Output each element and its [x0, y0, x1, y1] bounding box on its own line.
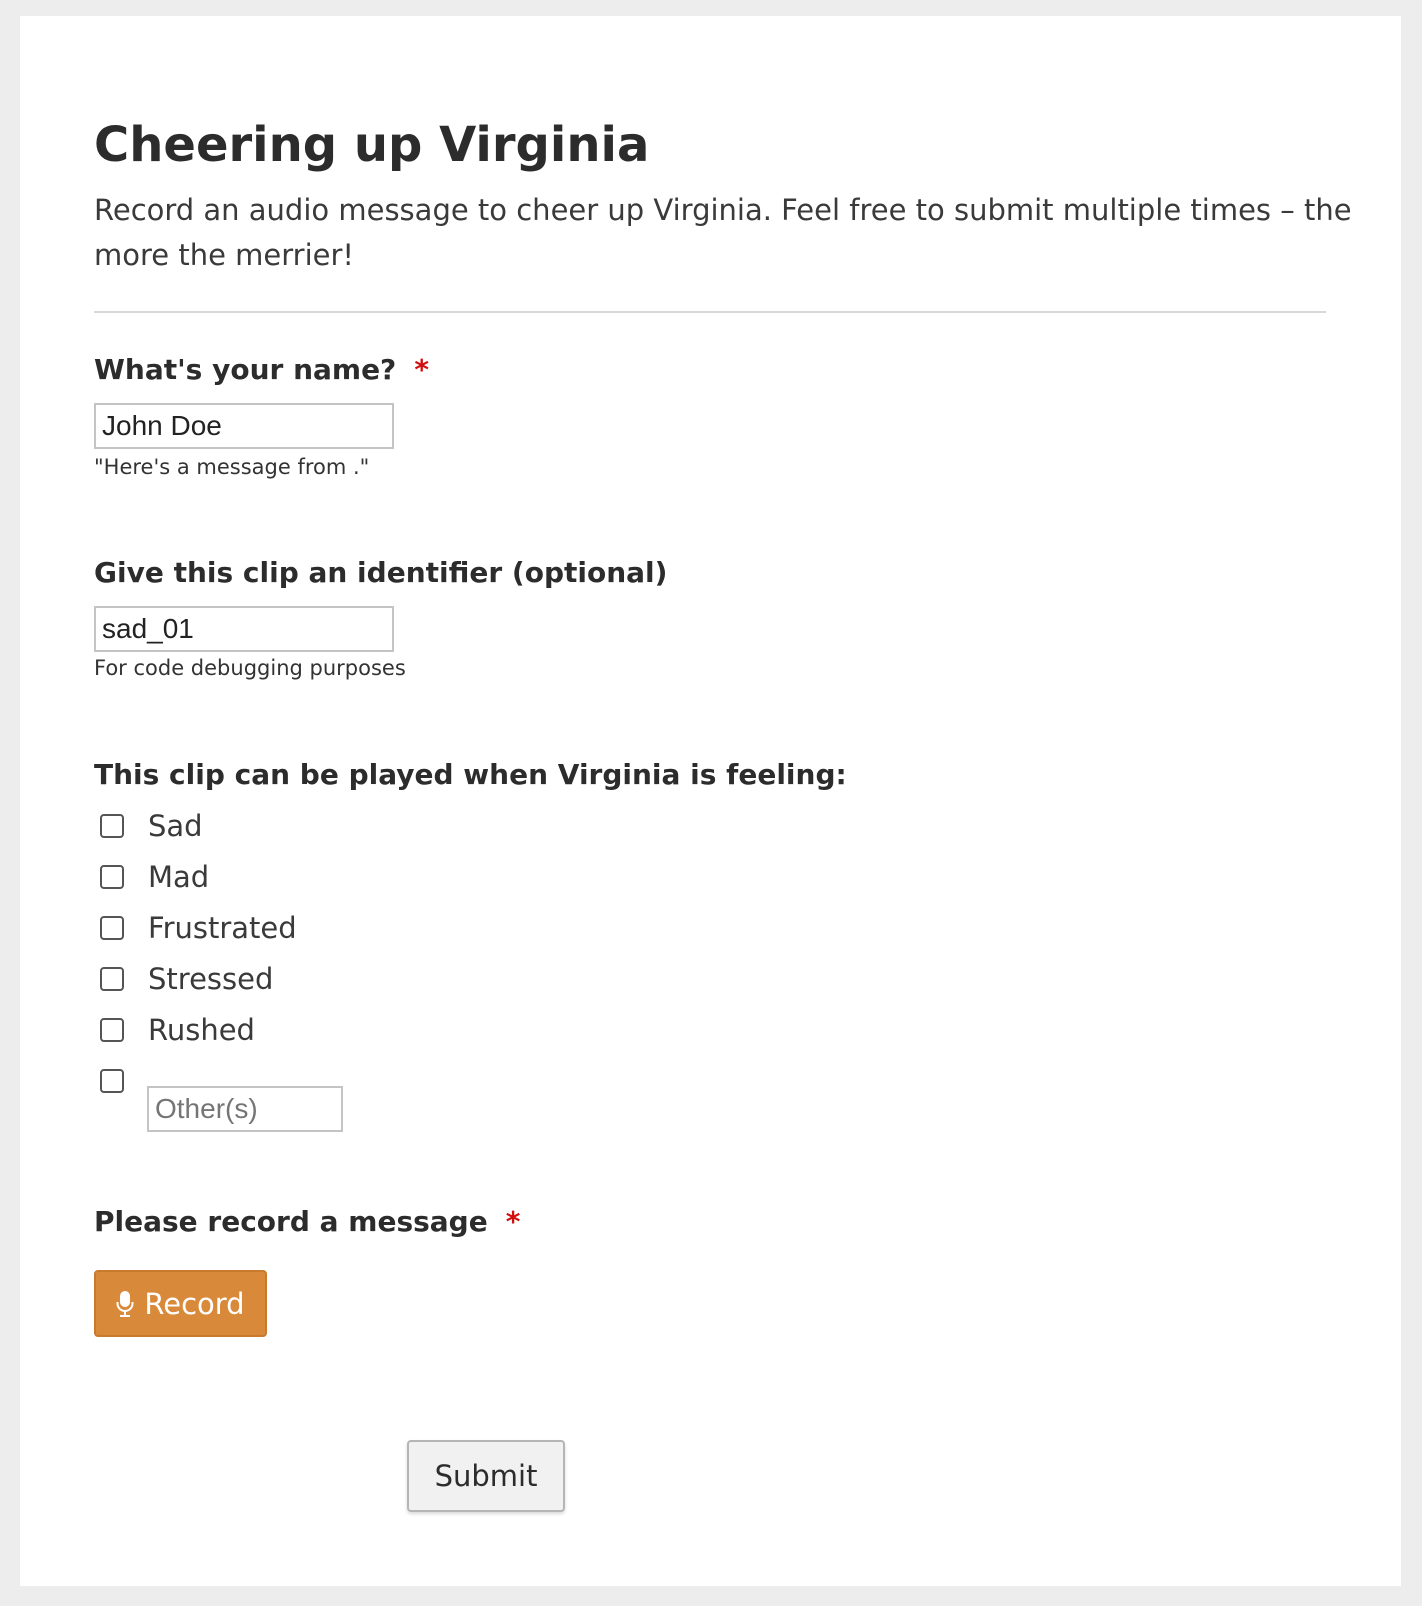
record-button-label: Record — [144, 1286, 245, 1321]
record-label: Please record a message * — [94, 1204, 520, 1240]
feeling-option-label: Mad — [148, 860, 210, 894]
form-title: Cheering up Virginia — [94, 117, 650, 173]
record-button[interactable]: Record — [94, 1270, 267, 1337]
name-required-mark: * — [414, 353, 429, 386]
feelings-label: This clip can be played when Virginia is… — [94, 758, 847, 791]
identifier-label: Give this clip an identifier (optional) — [94, 556, 668, 589]
name-hint: "Here's a message from ." — [94, 455, 370, 479]
feeling-checkbox[interactable] — [100, 967, 124, 991]
feeling-option-mad[interactable]: Mad — [100, 857, 209, 897]
submit-button[interactable]: Submit — [407, 1440, 565, 1512]
feeling-option-label: Frustrated — [148, 911, 297, 945]
feeling-option-other[interactable] — [100, 1061, 124, 1101]
feeling-option-frustrated[interactable]: Frustrated — [100, 908, 297, 948]
feeling-option-rushed[interactable]: Rushed — [100, 1010, 255, 1050]
record-label-text: Please record a message — [94, 1205, 488, 1238]
identifier-hint: For code debugging purposes — [94, 656, 406, 680]
feeling-option-label: Rushed — [148, 1013, 255, 1047]
name-label: What's your name? * — [94, 352, 429, 388]
header-divider — [94, 311, 1326, 313]
feeling-option-label: Sad — [148, 809, 203, 843]
record-required-mark: * — [505, 1205, 521, 1238]
feeling-checkbox[interactable] — [100, 814, 124, 838]
microphone-icon — [116, 1290, 134, 1318]
feeling-option-stressed[interactable]: Stressed — [100, 959, 273, 999]
name-label-text: What's your name? — [94, 353, 397, 386]
feeling-checkbox[interactable] — [100, 1069, 124, 1093]
feeling-checkbox[interactable] — [100, 865, 124, 889]
feeling-option-label: Stressed — [148, 962, 274, 996]
identifier-input[interactable] — [94, 606, 394, 652]
feeling-checkbox[interactable] — [100, 916, 124, 940]
name-input[interactable] — [94, 403, 394, 449]
feeling-checkbox[interactable] — [100, 1018, 124, 1042]
feeling-option-sad[interactable]: Sad — [100, 806, 203, 846]
other-feelings-input[interactable] — [147, 1086, 343, 1132]
form-description: Record an audio message to cheer up Virg… — [94, 193, 1352, 272]
form-card: Cheering up Virginia Record an audio mes… — [20, 16, 1401, 1586]
